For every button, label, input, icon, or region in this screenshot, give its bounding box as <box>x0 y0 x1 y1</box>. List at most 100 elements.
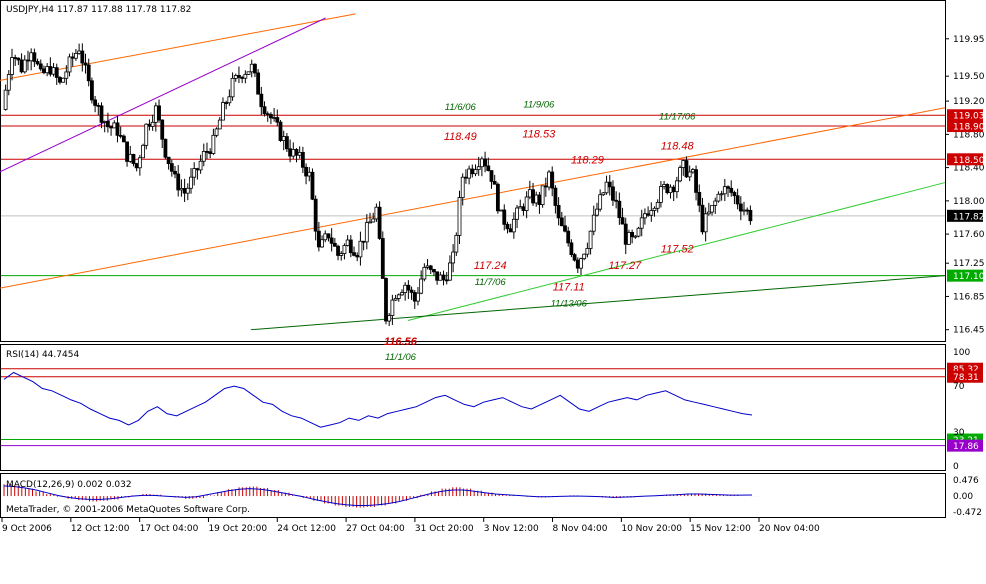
candle-body <box>467 168 472 179</box>
candle-body <box>83 62 88 66</box>
macd-tick-label: 0.476 <box>953 476 979 486</box>
candle-body <box>297 151 302 156</box>
candle-body <box>428 265 433 270</box>
price-tick-label: 117.60 <box>953 230 985 240</box>
annotation-date: 11/6/06 <box>445 102 477 113</box>
candle-body <box>611 186 615 201</box>
annotation-price: 118.48 <box>661 140 695 152</box>
candle-body <box>246 71 251 75</box>
candle-body <box>674 180 679 193</box>
candle-body <box>441 274 446 281</box>
candle-body <box>141 144 145 159</box>
candle-body <box>409 289 414 293</box>
candle-body <box>643 213 647 219</box>
candlestick-series <box>3 43 753 326</box>
candle-body <box>531 189 535 204</box>
candle-body <box>406 284 411 291</box>
candle-body <box>646 213 651 216</box>
rsi-header: RSI(14) 44.7454 <box>6 350 79 360</box>
candle-body <box>572 254 577 261</box>
candle-body <box>112 122 117 129</box>
rsi-tick-label: 70 <box>953 382 965 392</box>
candle-body <box>454 234 459 253</box>
candle-body <box>636 227 641 237</box>
candle-body <box>166 156 171 165</box>
candle-body <box>80 50 85 64</box>
candle-body <box>227 96 232 104</box>
candle-body <box>233 74 238 79</box>
candle-body <box>90 80 94 101</box>
candle-body <box>144 123 149 146</box>
candle-body <box>269 114 273 119</box>
candle-body <box>416 292 420 302</box>
candle-body <box>729 187 734 193</box>
candle-body <box>157 105 161 121</box>
time-tick-label: 9 Oct 2006 <box>2 524 52 534</box>
candle-body <box>505 223 510 230</box>
candle-body <box>332 242 337 247</box>
candle-body <box>655 201 660 209</box>
candle-body <box>495 183 500 212</box>
candle-body <box>342 245 347 254</box>
rsi-level-badge-17.86: 17.86 <box>953 442 979 452</box>
candle-body <box>374 206 379 220</box>
time-axis: 9 Oct 2006 12 Oct 12:00 17 Oct 04:00 19 Oct… <box>1 518 820 534</box>
candle-body <box>128 153 133 162</box>
price-annotations: 118.49 11/6/06 118.53 11/9/06 118.29 118.48 11… <box>384 100 696 363</box>
candle-body <box>310 171 315 200</box>
candle-body <box>403 284 408 293</box>
candle-body <box>93 99 98 106</box>
candle-body <box>153 105 158 123</box>
candle-body <box>217 119 222 130</box>
candle-body <box>617 200 622 219</box>
candle-body <box>479 158 484 168</box>
candle-body <box>26 59 30 62</box>
candle-body <box>316 230 321 248</box>
candle-body <box>361 240 366 243</box>
rsi-tick-label: 30 <box>953 428 965 438</box>
candle-body <box>131 153 136 164</box>
candle-body <box>3 89 8 110</box>
candle-body <box>32 52 37 62</box>
candle-body <box>444 279 449 282</box>
candle-body <box>6 74 11 91</box>
candle-body <box>694 169 698 193</box>
candle-body <box>368 221 372 224</box>
rsi-indicator: 85.3278.3123.2117.8610070300 <box>1 348 983 472</box>
candle-body <box>502 209 507 225</box>
candle-body <box>559 217 564 227</box>
price-tick-label: 119.50 <box>953 72 985 82</box>
candle-body <box>61 77 66 83</box>
price-tick-label: 116.85 <box>953 292 985 302</box>
macd-header: MACD(12,26,9) 0.002 0.032 <box>6 480 132 490</box>
candle-body <box>221 102 225 121</box>
candle-body <box>639 217 644 229</box>
annotation-date: 11/1/06 <box>385 352 417 363</box>
candle-body <box>719 193 724 196</box>
candle-body <box>627 232 631 245</box>
candle-body <box>620 217 625 225</box>
price-tick-label: 116.45 <box>953 326 985 336</box>
time-tick-label: 24 Oct 12:00 <box>277 524 336 534</box>
candle-body <box>393 298 398 301</box>
candle-body <box>438 274 443 281</box>
price-tick-label: 119.95 <box>953 35 985 45</box>
candle-body <box>387 315 392 322</box>
candle-body <box>74 52 78 59</box>
candle-body <box>543 185 548 188</box>
candle-body <box>508 228 513 233</box>
candle-body <box>243 73 248 79</box>
candle-body <box>259 93 264 108</box>
candle-body <box>224 102 229 104</box>
macd-tick-label: -0.472 <box>953 508 982 518</box>
price-tick-label: 118.00 <box>953 197 985 207</box>
candle-body <box>96 104 101 107</box>
candle-body <box>630 232 635 238</box>
candle-body <box>579 258 583 269</box>
candle-body <box>150 121 155 127</box>
copyright-text: MetaTrader, © 2001-2006 MetaQuotes Softw… <box>6 505 250 515</box>
candle-body <box>105 120 110 128</box>
candle-body <box>684 160 689 178</box>
candle-body <box>706 211 711 215</box>
candle-body <box>102 120 107 123</box>
